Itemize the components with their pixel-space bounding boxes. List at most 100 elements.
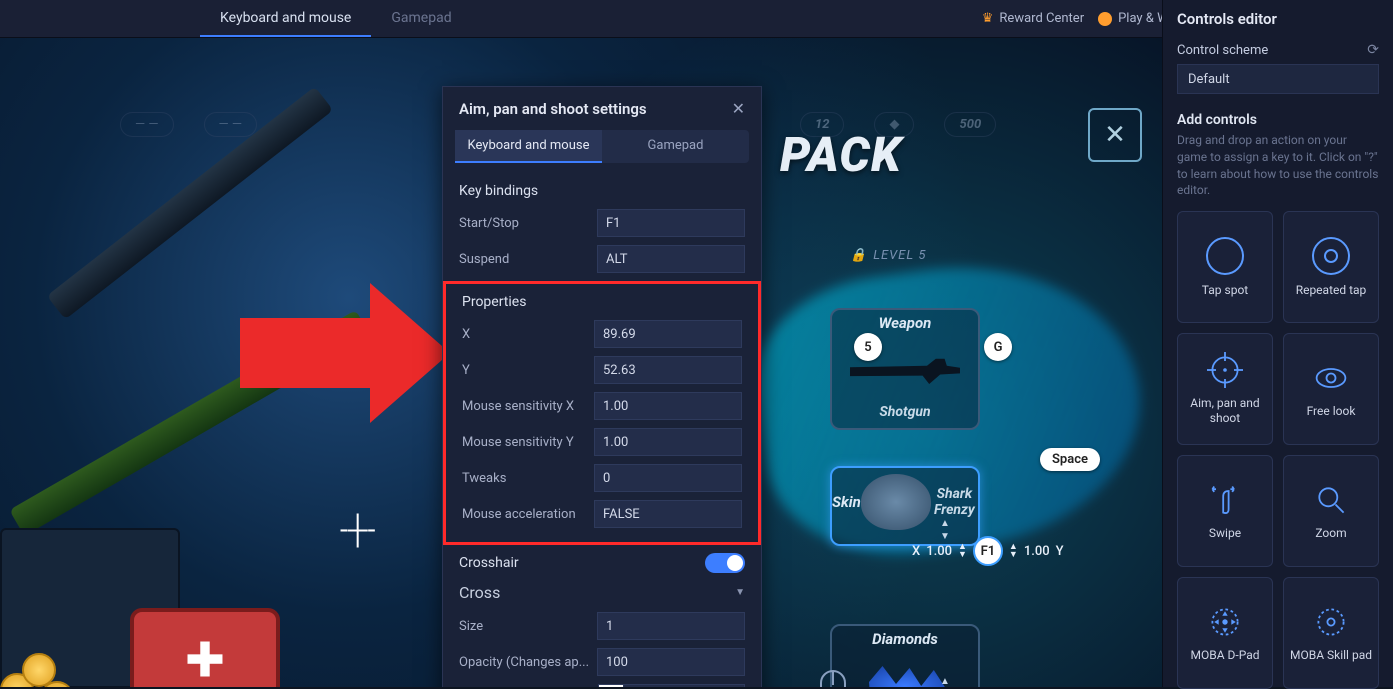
sync-icon[interactable]: ⟳ <box>1367 42 1379 58</box>
properties-highlight-box: Properties X Y Mouse sensitivity X Mouse… <box>443 281 761 545</box>
dialog-tab-keyboard[interactable]: Keyboard and mouse <box>455 130 602 163</box>
control-scheme-label-row: Control scheme ⟳ <box>1177 42 1379 58</box>
mouse-sens-y-input[interactable] <box>594 428 742 456</box>
x-label: X <box>462 327 594 342</box>
y-label: Y <box>462 363 594 378</box>
weapon-card[interactable]: Weapon Shotgun <box>830 308 980 430</box>
coins-art <box>0 633 90 687</box>
stepper-arrows-icon[interactable]: ▲▼ <box>958 543 967 559</box>
sens-y-val: 1.00 <box>1024 544 1050 559</box>
skin-card[interactable]: Skin Shark Frenzy <box>830 466 980 546</box>
card-footer: Shotgun <box>832 404 978 420</box>
control-label: Swipe <box>1209 526 1241 541</box>
control-aim-pan-shoot[interactable]: Aim, pan and shoot <box>1177 333 1273 445</box>
control-label: Free look <box>1307 404 1356 419</box>
key-overlay-g[interactable]: G <box>984 333 1012 361</box>
annotation-arrow <box>240 318 450 388</box>
controls-editor-sidebar: Controls editor Control scheme ⟳ Default… <box>1162 0 1393 687</box>
mouse-accel-input[interactable] <box>594 500 742 528</box>
card-footer: Shark Frenzy <box>931 486 978 518</box>
start-stop-input[interactable] <box>597 209 745 237</box>
dialog-body: Key bindings Start/Stop Suspend Properti… <box>443 163 761 687</box>
crosshair-indicator: -┼- <box>340 513 375 546</box>
hud-close-button[interactable]: ✕ <box>1088 108 1142 162</box>
hud-coins: 500 <box>944 112 996 137</box>
pack-title: PACK <box>780 126 902 183</box>
diamonds-art <box>832 652 978 687</box>
top-tabs: Keyboard and mouse Gamepad <box>200 0 472 37</box>
dialog-title: Aim, pan and shoot settings <box>459 100 647 118</box>
locked-label: LEVEL 5 <box>873 248 926 263</box>
key-overlay-5[interactable]: 5 <box>854 333 882 361</box>
moba-skill-icon <box>1313 604 1349 640</box>
control-free-look[interactable]: Free look <box>1283 333 1379 445</box>
row-start-stop: Start/Stop <box>459 209 745 237</box>
row-suspend: Suspend <box>459 245 745 273</box>
control-label: Repeated tap <box>1296 283 1367 298</box>
row-mouse-sens-y: Mouse sensitivity Y <box>462 428 742 456</box>
mouse-sens-x-input[interactable] <box>594 392 742 420</box>
tap-spot-icon <box>1206 237 1244 275</box>
control-zoom[interactable]: Zoom <box>1283 455 1379 567</box>
shark-art <box>861 468 931 536</box>
tab-gamepad[interactable]: Gamepad <box>371 0 471 37</box>
control-moba-dpad[interactable]: MOBA D-Pad <box>1177 577 1273 689</box>
card-header: Weapon <box>832 310 978 336</box>
swipe-icon <box>1207 482 1243 518</box>
control-tap-spot[interactable]: Tap spot <box>1177 211 1273 323</box>
close-icon: ✕ <box>732 99 745 118</box>
control-label: Aim, pan and shoot <box>1184 396 1266 426</box>
controls-grid: Tap spot Repeated tap Aim, pan and shoot… <box>1177 211 1379 689</box>
game-viewport: — — — — 12 ◆ 500 ✕ PACK 🔒 LEVEL 5 -┼- We… <box>0 38 1162 687</box>
start-stop-label: Start/Stop <box>459 216 597 231</box>
aim-sensitivity-overlay[interactable]: X 1.00 ▲▼ F1 ▲▼ 1.00 Y <box>912 536 1064 566</box>
control-scheme-select[interactable]: Default <box>1177 64 1379 94</box>
diamonds-card[interactable]: Diamonds <box>830 624 980 687</box>
control-label: MOBA D-Pad <box>1190 648 1259 663</box>
chevron-down-icon: ▼ <box>735 587 745 598</box>
row-opacity: Opacity (Changes ap... <box>459 648 745 676</box>
repeated-tap-icon <box>1312 237 1350 275</box>
dialog-tab-gamepad[interactable]: Gamepad <box>602 130 749 163</box>
crosshair-type-select[interactable]: Cross ▼ <box>459 583 745 602</box>
coin-icon <box>1098 12 1112 26</box>
sidebar-title: Controls editor <box>1177 10 1379 28</box>
section-key-bindings: Key bindings <box>459 183 745 199</box>
row-x: X <box>462 320 742 348</box>
section-properties: Properties <box>462 294 742 310</box>
tweaks-label: Tweaks <box>462 471 594 486</box>
row-size: Size <box>459 612 745 640</box>
hud-chip: — — <box>120 112 174 137</box>
control-swipe[interactable]: Swipe <box>1177 455 1273 567</box>
free-look-icon <box>1313 360 1349 396</box>
medkit-art <box>130 608 280 687</box>
x-input[interactable] <box>594 320 742 348</box>
mouse-sens-x-label: Mouse sensitivity X <box>462 399 594 414</box>
y-input[interactable] <box>594 356 742 384</box>
control-moba-skill[interactable]: MOBA Skill pad <box>1283 577 1379 689</box>
sens-x-val: 1.00 <box>926 544 952 559</box>
opacity-label: Opacity (Changes ap... <box>459 655 597 670</box>
opacity-input[interactable] <box>597 648 745 676</box>
lock-icon: 🔒 <box>850 248 867 263</box>
locked-level: 🔒 LEVEL 5 <box>850 248 926 263</box>
sens-x-label: X <box>912 544 920 559</box>
stepper-arrows-icon[interactable]: ▲▼ <box>1009 543 1018 559</box>
tab-keyboard-mouse[interactable]: Keyboard and mouse <box>200 0 371 37</box>
control-label: Tap spot <box>1202 283 1248 298</box>
row-tweaks: Tweaks <box>462 464 742 492</box>
control-repeated-tap[interactable]: Repeated tap <box>1283 211 1379 323</box>
size-label: Size <box>459 619 597 634</box>
section-crosshair-row: Crosshair <box>459 553 745 573</box>
reward-center-button[interactable]: ♛ Reward Center <box>982 11 1084 26</box>
suspend-input[interactable] <box>597 245 745 273</box>
mouse-sens-y-label: Mouse sensitivity Y <box>462 435 594 450</box>
key-overlay-f1[interactable]: F1 <box>973 536 1003 566</box>
card-scroll-arrows[interactable]: ▲▼ <box>940 676 950 687</box>
card-header: Skin <box>832 489 861 515</box>
dialog-close-button[interactable]: ✕ <box>732 99 745 118</box>
crosshair-toggle[interactable] <box>705 553 745 573</box>
key-overlay-space[interactable]: Space <box>1040 448 1100 471</box>
tweaks-input[interactable] <box>594 464 742 492</box>
size-input[interactable] <box>597 612 745 640</box>
